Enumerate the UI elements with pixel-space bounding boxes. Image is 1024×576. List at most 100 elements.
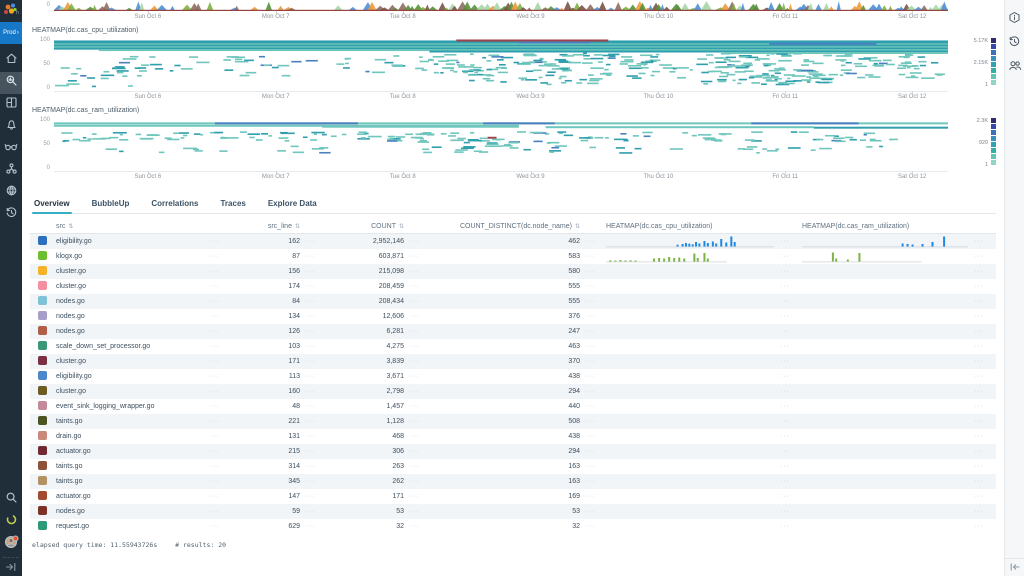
table-row[interactable]: klogx.go ··· 87 ··· 603,871 ··· 583 ··· … [30,249,996,264]
cell-menu-dots[interactable]: ··· [580,358,606,365]
cell-menu-dots[interactable]: ··· [774,508,802,515]
table-row[interactable]: request.go ··· 629 ··· 32 ··· 32 ··· ···… [30,519,996,534]
cell-menu-dots[interactable]: ··· [774,328,802,335]
cell-menu-dots[interactable]: ··· [404,283,430,290]
cell-menu-dots[interactable]: ··· [204,508,244,515]
cell-menu-dots[interactable]: ··· [580,373,606,380]
cell-menu-dots[interactable]: ··· [204,463,244,470]
cell-menu-dots[interactable]: ··· [300,313,326,320]
cell-menu-dots[interactable]: ··· [774,388,802,395]
table-row[interactable]: eligibility.go ··· 113 ··· 3,671 ··· 438… [30,369,996,384]
cell-menu-dots[interactable]: ··· [300,253,326,260]
cell-menu-dots[interactable]: ··· [300,238,326,245]
cell-menu-dots[interactable]: ··· [300,358,326,365]
cell-menu-dots[interactable]: ··· [580,478,606,485]
cell-menu-dots[interactable]: ··· [580,238,606,245]
col-header-src-line[interactable]: src_line⇅ [244,223,300,230]
table-row[interactable]: taints.go ··· 345 ··· 262 ··· 163 ··· ··… [30,474,996,489]
cell-menu-dots[interactable]: ··· [300,418,326,425]
table-row[interactable]: nodes.go ··· 59 ··· 53 ··· 53 ··· ··· ··… [30,504,996,519]
cell-menu-dots[interactable]: ··· [300,388,326,395]
cell-menu-dots[interactable]: ··· [968,283,996,290]
cell-menu-dots[interactable]: ··· [204,403,244,410]
cell-menu-dots[interactable]: ··· [204,373,244,380]
col-header-cpu-heatmap[interactable]: HEATMAP(dc.cas_cpu_utilization) [606,223,774,230]
cell-menu-dots[interactable]: ··· [204,268,244,275]
cell-menu-dots[interactable]: ··· [968,418,996,425]
cell-menu-dots[interactable]: ··· [968,433,996,440]
strip-plot[interactable] [54,0,948,11]
cell-menu-dots[interactable]: ··· [404,238,430,245]
cell-menu-dots[interactable]: ··· [204,343,244,350]
table-row[interactable]: cluster.go ··· 174 ··· 208,459 ··· 555 ·… [30,279,996,294]
cell-menu-dots[interactable]: ··· [204,253,244,260]
cell-menu-dots[interactable]: ··· [404,463,430,470]
sidebar-item-query[interactable] [0,72,22,94]
tab-traces[interactable]: Traces [218,193,247,213]
cell-menu-dots[interactable]: ··· [968,508,996,515]
sidebar-item-service-map[interactable] [0,182,22,204]
cell-menu-dots[interactable]: ··· [404,253,430,260]
cell-menu-dots[interactable]: ··· [404,328,430,335]
cell-menu-dots[interactable]: ··· [968,388,996,395]
cell-menu-dots[interactable]: ··· [580,328,606,335]
cell-menu-dots[interactable]: ··· [404,268,430,275]
col-header-ram-heatmap[interactable]: HEATMAP(dc.cas_ram_utilization) [802,223,968,230]
table-row[interactable]: taints.go ··· 314 ··· 263 ··· 163 ··· ··… [30,459,996,474]
cell-menu-dots[interactable]: ··· [580,283,606,290]
rail-collapse-button[interactable] [1005,558,1024,576]
cell-menu-dots[interactable]: ··· [774,253,802,260]
sort-icon[interactable]: ⇅ [68,224,73,230]
sidebar-item-usage[interactable] [0,511,22,533]
sidebar-item-history[interactable] [0,204,22,226]
cell-menu-dots[interactable]: ··· [968,493,996,500]
cell-menu-dots[interactable]: ··· [404,418,430,425]
cell-menu-dots[interactable]: ··· [580,388,606,395]
sort-icon[interactable]: ⇅ [575,224,580,230]
rail-item-query-history[interactable] [1005,32,1024,56]
cell-menu-dots[interactable]: ··· [300,298,326,305]
sidebar-item-account[interactable] [0,533,22,555]
cell-menu-dots[interactable]: ··· [580,343,606,350]
cell-menu-dots[interactable]: ··· [404,523,430,530]
table-row[interactable]: cluster.go ··· 171 ··· 3,839 ··· 370 ···… [30,354,996,369]
tab-correlations[interactable]: Correlations [149,193,200,213]
cell-menu-dots[interactable]: ··· [968,373,996,380]
cell-menu-dots[interactable]: ··· [580,313,606,320]
cell-menu-dots[interactable]: ··· [968,523,996,530]
table-row[interactable]: actuator.go ··· 215 ··· 306 ··· 294 ··· … [30,444,996,459]
cell-menu-dots[interactable]: ··· [300,433,326,440]
cell-menu-dots[interactable]: ··· [204,418,244,425]
cell-menu-dots[interactable]: ··· [774,343,802,350]
sidebar-item-alerts[interactable] [0,116,22,138]
cell-menu-dots[interactable]: ··· [968,403,996,410]
sidebar-item-triggers[interactable] [0,138,22,160]
table-row[interactable]: taints.go ··· 221 ··· 1,128 ··· 508 ··· … [30,414,996,429]
cell-menu-dots[interactable]: ··· [968,313,996,320]
cell-menu-dots[interactable]: ··· [300,403,326,410]
cell-menu-dots[interactable]: ··· [968,358,996,365]
cell-menu-dots[interactable]: ··· [300,463,326,470]
cell-menu-dots[interactable]: ··· [580,268,606,275]
cell-menu-dots[interactable]: ··· [404,358,430,365]
table-row[interactable]: event_sink_logging_wrapper.go ··· 48 ···… [30,399,996,414]
col-header-count[interactable]: COUNT⇅ [326,223,404,230]
cell-menu-dots[interactable]: ··· [204,238,244,245]
cell-menu-dots[interactable]: ··· [300,493,326,500]
cell-menu-dots[interactable]: ··· [300,478,326,485]
rail-item-details[interactable] [1005,8,1024,32]
cell-menu-dots[interactable]: ··· [774,358,802,365]
cell-menu-dots[interactable]: ··· [580,448,606,455]
cell-menu-dots[interactable]: ··· [774,283,802,290]
sort-icon[interactable]: ⇅ [295,224,300,230]
cell-menu-dots[interactable]: ··· [774,373,802,380]
cell-menu-dots[interactable]: ··· [580,508,606,515]
cell-menu-dots[interactable]: ··· [404,448,430,455]
sidebar-item-home[interactable] [0,50,22,72]
cell-menu-dots[interactable]: ··· [204,313,244,320]
cell-menu-dots[interactable]: ··· [404,403,430,410]
cell-menu-dots[interactable]: ··· [774,268,802,275]
cell-menu-dots[interactable]: ··· [580,433,606,440]
cell-menu-dots[interactable]: ··· [580,418,606,425]
cell-menu-dots[interactable]: ··· [968,328,996,335]
